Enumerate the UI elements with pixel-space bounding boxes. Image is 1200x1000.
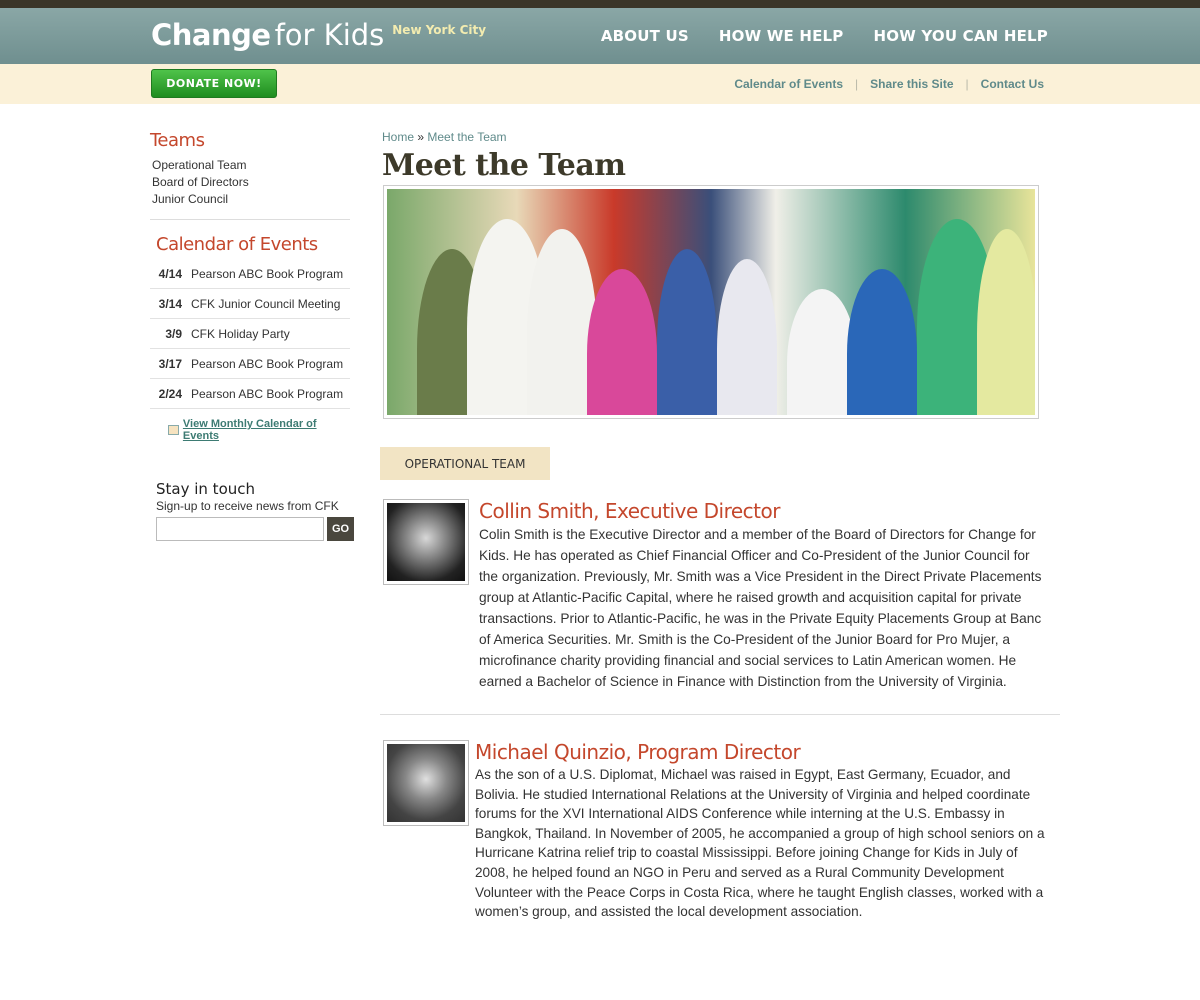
event-row[interactable]: 3/14 CFK Junior Council Meeting (150, 289, 350, 319)
avatar (387, 503, 465, 581)
email-field[interactable] (156, 517, 324, 541)
event-row[interactable]: 4/14 Pearson ABC Book Program (150, 259, 350, 289)
event-title: Pearson ABC Book Program (191, 266, 344, 281)
view-calendar-link[interactable]: View Monthly Calendar of Events (183, 418, 354, 442)
site-header: Change for Kids New York City ABOUT US HOW… (0, 8, 1200, 64)
sidebar: Teams Operational Team Board of Director… (150, 130, 354, 541)
avatar-frame (383, 740, 469, 826)
donate-button[interactable]: DONATE NOW! (151, 69, 277, 98)
member-name: Collin Smith, (479, 499, 600, 523)
section-tab-operational-team[interactable]: OPERATIONAL TEAM (380, 447, 550, 480)
breadcrumb-current[interactable]: Meet the Team (427, 130, 506, 144)
event-date: 3/14 (158, 296, 182, 311)
sidebar-item-board-of-directors[interactable]: Board of Directors (150, 174, 354, 191)
breadcrumb-home[interactable]: Home (382, 130, 414, 144)
member-bio-text: Colin Smith is the Executive Director an… (479, 527, 1042, 689)
logo-city: New York City (392, 23, 487, 37)
member-bio: Michael Quinzio, Program Director As the… (475, 740, 1047, 922)
breadcrumb: Home » Meet the Team (380, 130, 1060, 144)
event-title: CFK Holiday Party (191, 326, 290, 341)
avatar (387, 744, 465, 822)
team-member: Michael Quinzio, Program Director As the… (380, 740, 1060, 922)
share-link[interactable]: Share this Site (870, 77, 953, 91)
nav-about-us[interactable]: ABOUT US (601, 27, 689, 45)
event-row[interactable]: 3/17 Pearson ABC Book Program (150, 349, 350, 379)
member-name: Michael Quinzio, (475, 740, 632, 764)
calendar-heading: Calendar of Events (156, 234, 318, 255)
main-nav: ABOUT US HOW WE HELP HOW YOU CAN HELP (601, 27, 1048, 45)
top-strip (0, 0, 1200, 8)
team-photo-frame (383, 185, 1039, 419)
calendar-link[interactable]: Calendar of Events (734, 77, 843, 91)
member-role: Program Director (637, 740, 801, 764)
avatar-frame (383, 499, 469, 585)
logo-main-text: Change (151, 18, 271, 52)
stay-heading: Stay in touch (156, 480, 256, 498)
event-date: 3/17 (158, 356, 182, 371)
event-date: 2/24 (158, 386, 182, 401)
sidebar-item-operational-team[interactable]: Operational Team (150, 157, 354, 174)
team-photo (387, 189, 1035, 415)
event-row[interactable]: 3/9 CFK Holiday Party (150, 319, 350, 349)
event-date: 3/9 (165, 326, 182, 341)
page-title: Meet the Team (382, 148, 626, 183)
team-links: Operational Team Board of Directors Juni… (150, 157, 354, 208)
event-row[interactable]: 2/24 Pearson ABC Book Program (150, 379, 350, 409)
stay-subtext: Sign-up to receive news from CFK (156, 499, 339, 513)
team-member: Collin Smith, Executive Director Colin S… (380, 499, 1060, 715)
sidebar-item-junior-council[interactable]: Junior Council (150, 191, 354, 208)
event-title: Pearson ABC Book Program (191, 356, 344, 371)
main-content: Home » Meet the Team Meet the Team OPERA… (380, 130, 1060, 922)
stay-in-touch: Stay in touch Sign-up to receive news fr… (150, 480, 354, 541)
teams-heading: Teams (150, 130, 205, 151)
member-heading: Michael Quinzio, Program Director (475, 740, 1047, 764)
utility-links: Calendar of Events | Share this Site | C… (734, 77, 1044, 91)
member-bio-text: As the son of a U.S. Diplomat, Michael w… (475, 767, 1045, 920)
signup-form: GO (156, 517, 354, 541)
divider (150, 219, 350, 220)
separator: | (965, 77, 969, 91)
calendar-icon (168, 425, 179, 435)
member-role: Executive Director (604, 499, 781, 523)
event-title: Pearson ABC Book Program (191, 386, 344, 401)
separator: | (855, 77, 859, 91)
breadcrumb-separator: » (417, 130, 425, 144)
sub-bar: DONATE NOW! Calendar of Events | Share t… (0, 64, 1200, 104)
event-title: CFK Junior Council Meeting (191, 296, 341, 311)
event-date: 4/14 (158, 266, 182, 281)
events-list: 4/14 Pearson ABC Book Program 3/14 CFK J… (150, 259, 350, 409)
go-button[interactable]: GO (327, 517, 354, 541)
nav-how-you-can-help[interactable]: HOW YOU CAN HELP (874, 27, 1049, 45)
view-calendar-row: View Monthly Calendar of Events (150, 418, 354, 442)
site-logo[interactable]: Change for Kids New York City (151, 18, 486, 52)
member-bio: Collin Smith, Executive Director Colin S… (479, 499, 1051, 692)
member-heading: Collin Smith, Executive Director (479, 499, 1051, 523)
logo-rest-text: for Kids (274, 18, 385, 52)
contact-link[interactable]: Contact Us (981, 77, 1044, 91)
nav-how-we-help[interactable]: HOW WE HELP (719, 27, 844, 45)
